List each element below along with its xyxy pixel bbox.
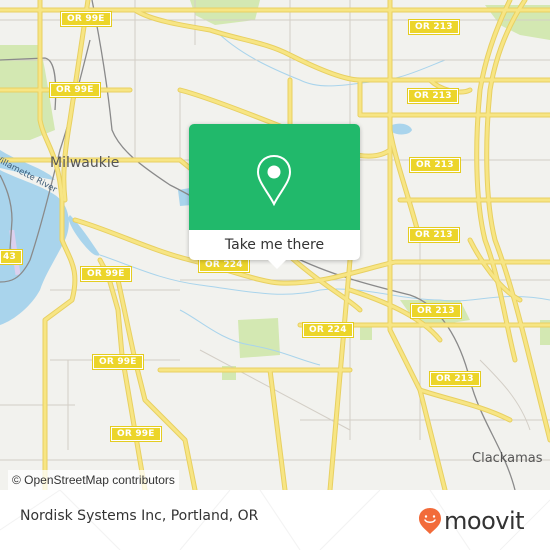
take-me-there-button[interactable]: Take me there	[189, 230, 360, 260]
road-shield-or213: OR 213	[410, 303, 462, 319]
place-label-clackamas: Clackamas	[472, 451, 543, 466]
road-shield-or99e: OR 99E	[80, 266, 132, 282]
road-shield-or224: OR 224	[302, 322, 354, 338]
road-shield-or213: OR 213	[409, 157, 461, 173]
location-pin-icon	[256, 154, 292, 206]
place-label-milwaukie: Milwaukie	[50, 155, 120, 171]
road-shield-or99e: OR 99E	[110, 426, 162, 442]
road-shield-or213: OR 213	[408, 19, 460, 35]
map-attribution[interactable]: © OpenStreetMap contributors	[8, 470, 179, 490]
map-view[interactable]: OR 99E OR 99E OR 99E OR 99E OR 99E 43 OR…	[0, 0, 550, 490]
road-shield-or213: OR 213	[408, 227, 460, 243]
road-shield-or99e: OR 99E	[60, 11, 112, 27]
road-shield-or213: OR 213	[407, 88, 459, 104]
road-shield-or213: OR 213	[429, 371, 481, 387]
road-shield-or99e: OR 99E	[92, 354, 144, 370]
road-shield-or43: 43	[0, 249, 23, 265]
destination-popup[interactable]: Take me there	[189, 124, 360, 269]
moovit-wordmark: moovit	[444, 507, 525, 535]
location-name: Nordisk Systems Inc, Portland, OR	[20, 508, 259, 524]
road-shield-or224: OR 224	[198, 257, 250, 273]
moovit-logo[interactable]: moovit	[418, 506, 525, 536]
popup-header[interactable]	[189, 124, 360, 230]
popup-pointer	[268, 260, 286, 269]
moovit-smile-pin-icon	[419, 508, 441, 534]
road-shield-or99e: OR 99E	[49, 82, 101, 98]
